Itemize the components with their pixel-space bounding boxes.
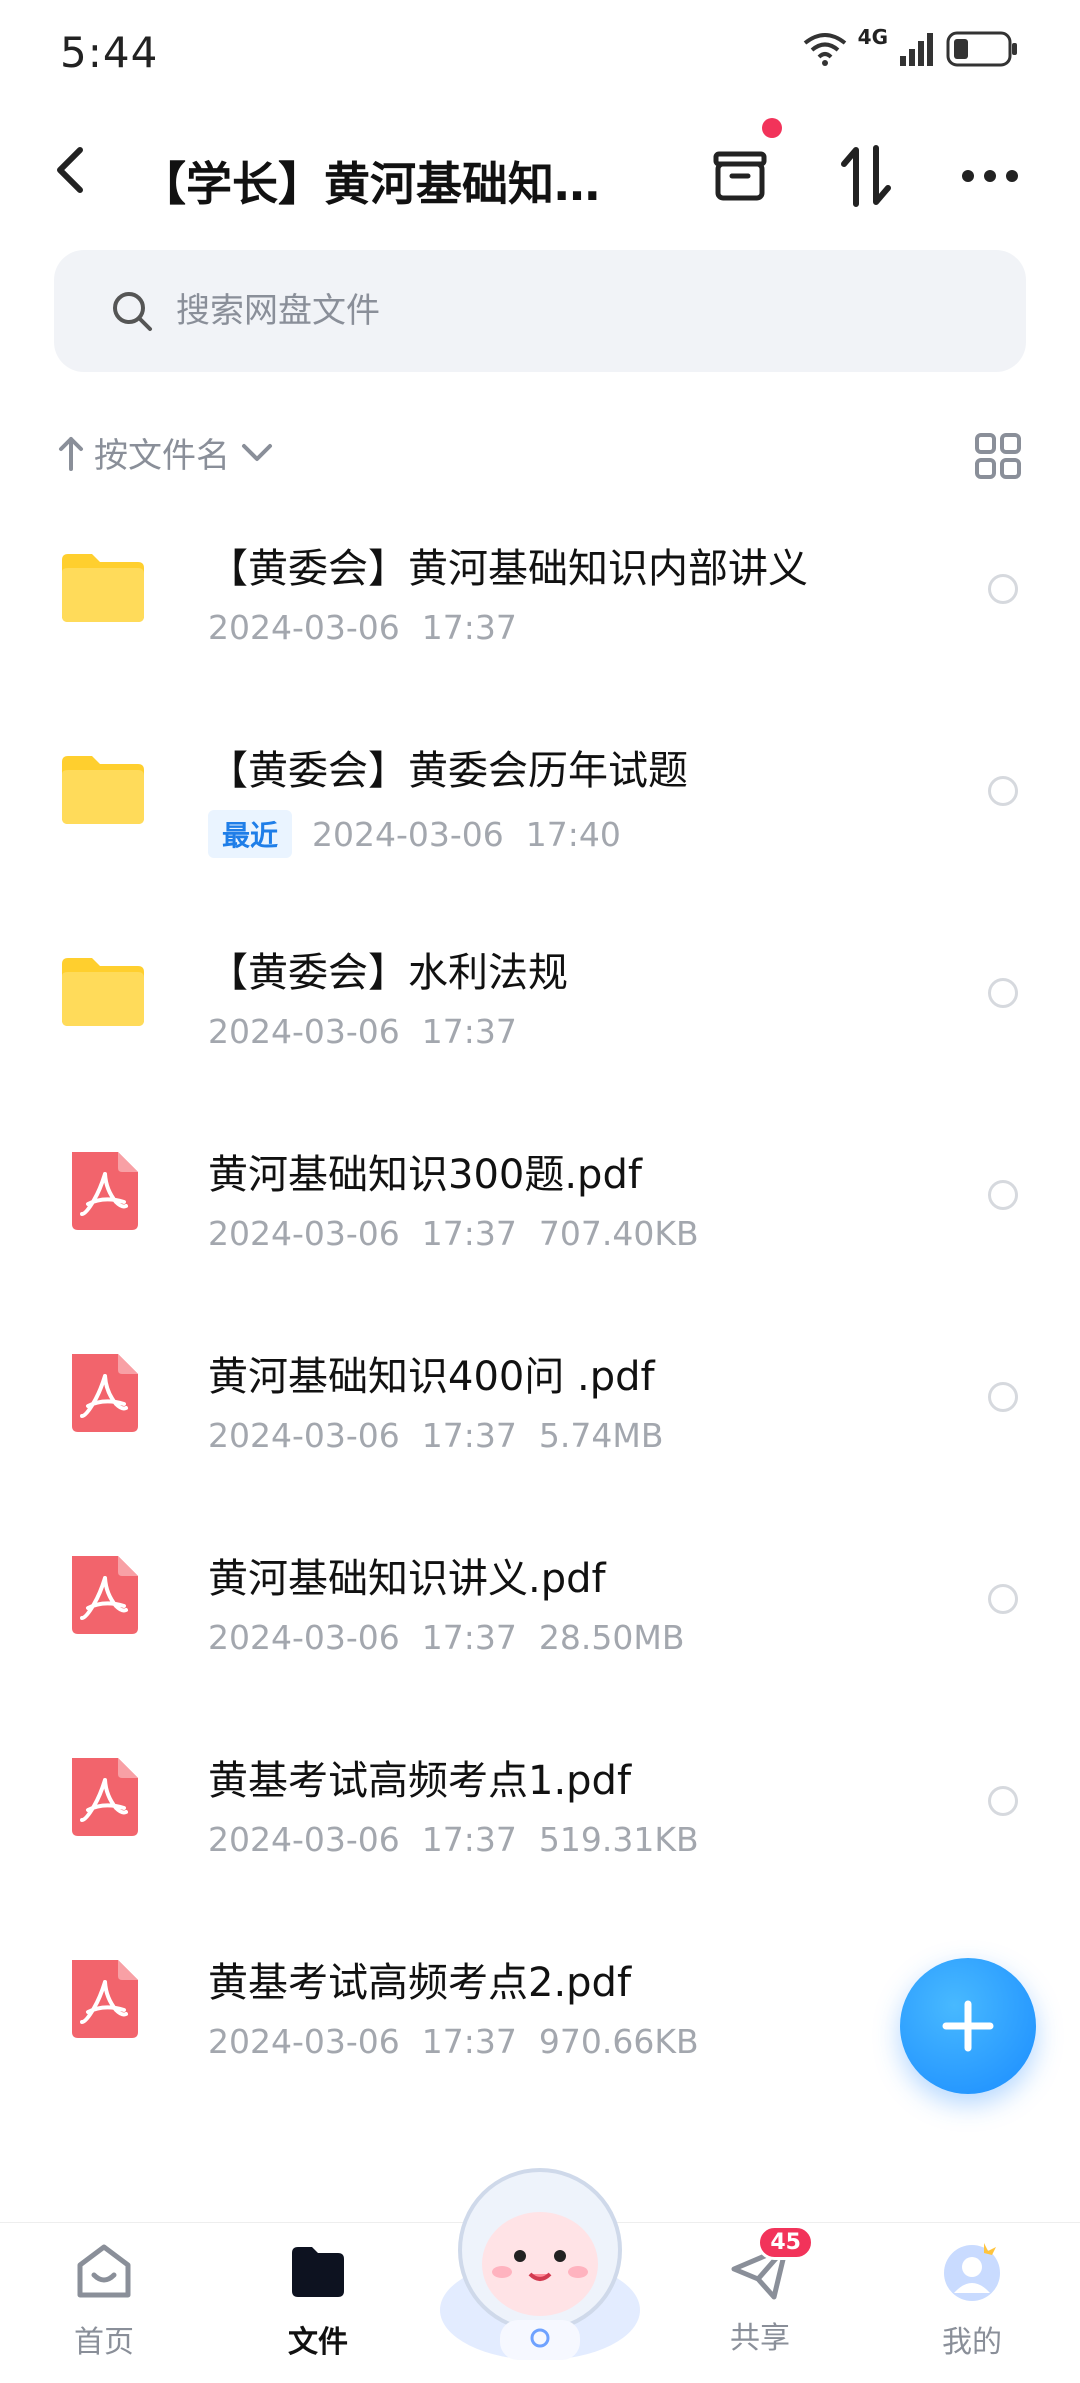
- file-size: 970.66KB: [538, 2022, 699, 2061]
- file-meta: 最近 2024-03-06 17:40: [208, 810, 621, 858]
- file-row[interactable]: 【黄委会】黄委会历年试题 最近 2024-03-06 17:40: [0, 692, 1080, 894]
- page-title: 【学长】黄河基础知识...: [140, 157, 620, 211]
- select-checkbox[interactable]: [988, 1180, 1018, 1210]
- file-row[interactable]: 黄河基础知识300题.pdf 2024-03-06 17:37 707.40KB: [0, 1096, 1080, 1298]
- battery-icon: [946, 31, 1017, 67]
- file-row[interactable]: 【黄委会】水利法规 2024-03-06 17:37: [0, 894, 1080, 1096]
- recent-badge: 最近: [208, 810, 293, 858]
- file-meta: 2024-03-06 17:37 5.74MB: [208, 1416, 663, 1455]
- file-row[interactable]: 黄河基础知识400问 .pdf 2024-03-06 17:37 5.74MB: [0, 1298, 1080, 1500]
- files-icon: [292, 2247, 344, 2297]
- file-meta: 2024-03-06 17:37 519.31KB: [208, 1820, 699, 1859]
- file-row[interactable]: 黄河基础知识讲义.pdf 2024-03-06 17:37 28.50MB: [0, 1500, 1080, 1702]
- file-size: 5.74MB: [538, 1416, 664, 1455]
- file-name: 黄河基础知识300题.pdf: [208, 1152, 642, 1198]
- status-time: 5:44: [60, 28, 159, 77]
- file-size: 28.50MB: [538, 1618, 685, 1657]
- back-arrow-icon[interactable]: [48, 140, 92, 200]
- file-time: 17:37: [421, 1820, 517, 1859]
- select-checkbox[interactable]: [988, 1786, 1018, 1816]
- nav-files-label: 文件: [288, 2325, 348, 2360]
- file-time: 17:37: [421, 1012, 517, 1051]
- nav-profile-label: 我的: [942, 2325, 1002, 2360]
- file-name: 黄基考试高频考点2.pdf: [208, 1960, 632, 2006]
- file-date: 2024-03-06: [208, 1214, 400, 1253]
- file-name: 【黄委会】黄委会历年试题: [208, 748, 688, 794]
- search-input[interactable]: [174, 290, 878, 332]
- select-checkbox[interactable]: [988, 978, 1018, 1008]
- add-button[interactable]: [900, 1958, 1036, 2094]
- file-name: 黄河基础知识讲义.pdf: [208, 1556, 606, 1602]
- more-dots-icon: [962, 170, 1018, 182]
- folder-icon: [62, 958, 144, 1026]
- archive-box-icon: [713, 151, 767, 201]
- home-icon: [77, 2244, 131, 2298]
- status-icons: 4G: [802, 25, 1020, 68]
- notification-dot: [762, 118, 782, 138]
- nav-home-label: 首页: [74, 2325, 134, 2360]
- file-date: 2024-03-06: [208, 1012, 400, 1051]
- nav-profile[interactable]: 我的: [892, 2239, 1052, 2361]
- transfer-box-button[interactable]: [702, 118, 782, 214]
- folder-icon: [62, 554, 144, 622]
- file-meta: 2024-03-06 17:37: [208, 608, 517, 647]
- pdf-file-icon: [72, 1556, 138, 1634]
- share-badge: 45: [757, 2225, 814, 2260]
- file-meta: 2024-03-06 17:37 28.50MB: [208, 1618, 684, 1657]
- file-date: 2024-03-06: [208, 1820, 400, 1859]
- file-size: 707.40KB: [538, 1214, 699, 1253]
- select-checkbox[interactable]: [988, 574, 1018, 604]
- pdf-file-icon: [72, 1152, 138, 1230]
- file-meta: 2024-03-06 17:37 970.66KB: [208, 2022, 699, 2061]
- nav-home[interactable]: 首页: [24, 2239, 184, 2361]
- file-time: 17:37: [421, 608, 517, 647]
- sort-label: 按文件名: [94, 436, 230, 476]
- select-checkbox[interactable]: [988, 1382, 1018, 1412]
- file-time: 17:37: [421, 1618, 517, 1657]
- file-date: 2024-03-06: [208, 608, 400, 647]
- file-time: 17:40: [525, 814, 621, 854]
- select-checkbox[interactable]: [988, 1584, 1018, 1614]
- file-meta: 2024-03-06 17:37 707.40KB: [208, 1214, 699, 1253]
- nav-share-label: 共享: [730, 2321, 790, 2356]
- sort-arrows-icon: [841, 145, 891, 207]
- pdf-file-icon: [72, 1758, 138, 1836]
- file-row[interactable]: 黄基考试高频考点1.pdf 2024-03-06 17:37 519.31KB: [0, 1702, 1080, 1904]
- sort-by-filename-button[interactable]: 按文件名: [58, 428, 274, 477]
- file-row[interactable]: 【黄委会】黄河基础知识内部讲义 2024-03-06 17:37: [0, 490, 1080, 692]
- profile-icon: [944, 2243, 1000, 2301]
- grid-view-icon[interactable]: [974, 432, 1022, 480]
- network-type: 4G: [857, 25, 888, 49]
- file-date: 2024-03-06: [312, 814, 504, 854]
- more-options-button[interactable]: [952, 138, 1028, 214]
- mascot-assistant-icon[interactable]: [430, 2160, 650, 2370]
- search-bar[interactable]: [54, 250, 1026, 372]
- folder-icon: [62, 756, 144, 824]
- file-time: 17:37: [421, 1214, 517, 1253]
- sort-order-button[interactable]: [828, 138, 904, 214]
- pdf-file-icon: [72, 1354, 138, 1432]
- file-date: 2024-03-06: [208, 1618, 400, 1657]
- file-date: 2024-03-06: [208, 1416, 400, 1455]
- file-name: 【黄委会】黄河基础知识内部讲义: [208, 546, 808, 592]
- chevron-down-icon: [242, 443, 272, 461]
- select-checkbox[interactable]: [988, 776, 1018, 806]
- file-name: 【黄委会】水利法规: [208, 950, 568, 996]
- file-time: 17:37: [421, 2022, 517, 2061]
- arrow-up-icon: [59, 436, 83, 471]
- file-date: 2024-03-06: [208, 2022, 400, 2061]
- wifi-icon: [803, 33, 846, 66]
- file-size: 519.31KB: [538, 1820, 699, 1859]
- file-name: 黄基考试高频考点1.pdf: [208, 1758, 632, 1804]
- pdf-file-icon: [72, 1960, 138, 2038]
- file-time: 17:37: [421, 1416, 517, 1455]
- nav-share[interactable]: 45 共享: [680, 2225, 840, 2357]
- file-meta: 2024-03-06 17:37: [208, 1012, 517, 1051]
- nav-files[interactable]: 文件: [238, 2239, 398, 2361]
- signal-icon: [900, 33, 933, 66]
- search-icon: [113, 292, 152, 331]
- file-name: 黄河基础知识400问 .pdf: [208, 1354, 655, 1400]
- plus-icon: [942, 2000, 994, 2052]
- share-icon-wrap: 45: [728, 2225, 814, 2303]
